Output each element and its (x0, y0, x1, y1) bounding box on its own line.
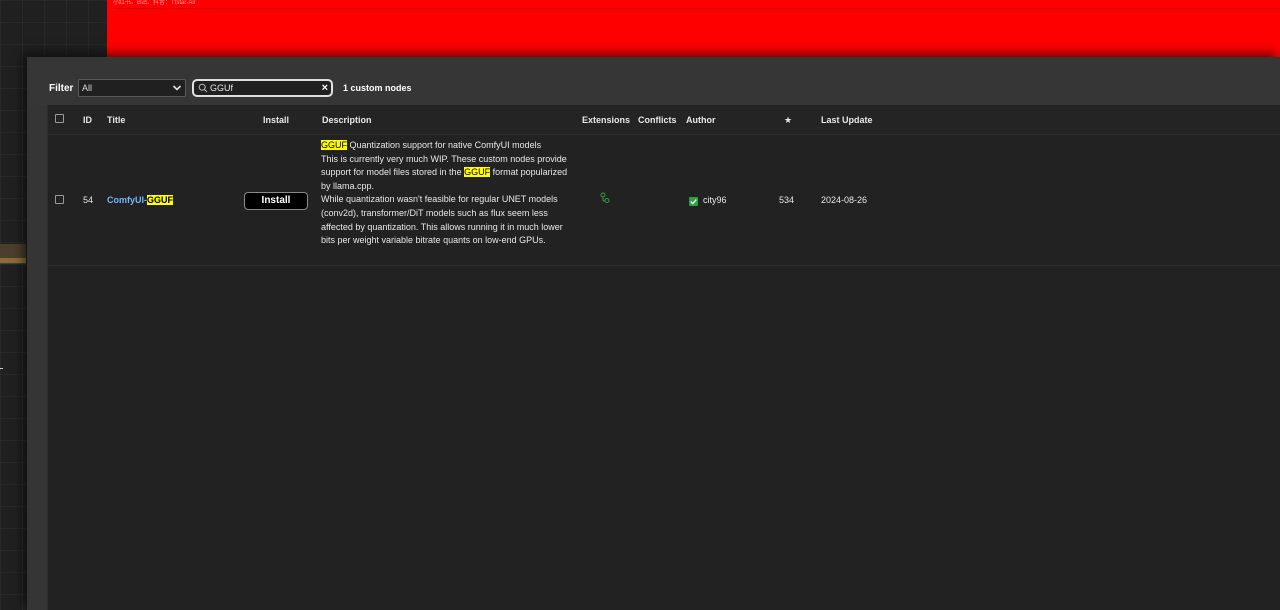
checkmark-icon (689, 197, 698, 206)
custom-nodes-table: ID Title Install Description Extensions … (47, 105, 1280, 610)
row-stars: 534 (779, 195, 795, 205)
title-search-highlight: GGUF (147, 195, 173, 205)
header-title[interactable]: Title (107, 115, 125, 125)
title-prefix: ComfyUI- (107, 195, 147, 205)
description-text: Quantization support for native ComfyUI … (347, 140, 542, 150)
canvas-node-band (0, 258, 26, 263)
description-highlight: GGUF (464, 167, 491, 178)
manager-toolbar: Filter All GGUf × 1 custom nodes (27, 57, 1280, 105)
close-icon[interactable]: × (322, 81, 328, 95)
extension-nodes-icon[interactable] (599, 192, 611, 204)
row-id: 54 (83, 195, 94, 205)
result-count: 1 custom nodes (343, 83, 412, 93)
canvas-node-red[interactable]: 小红书、B站、抖音：Tfstar-Air (107, 0, 1280, 60)
custom-nodes-manager-dialog: Filter All GGUf × 1 custom nodes ID Titl… (27, 57, 1280, 610)
header-id[interactable]: ID (83, 115, 92, 125)
row-checkbox[interactable] (55, 195, 64, 204)
header-last-update[interactable]: Last Update (821, 115, 873, 125)
header-author[interactable]: Author (686, 115, 716, 125)
canvas-node-fragment (0, 244, 26, 264)
canvas-link-fragment (0, 368, 3, 369)
description-line-1: GGUF Quantization support for native Com… (321, 139, 577, 153)
description-paragraph-2: This is currently very much WIP. These c… (321, 153, 577, 194)
install-button[interactable]: Install (244, 192, 308, 210)
description-highlight: GGUF (321, 140, 347, 150)
header-conflicts[interactable]: Conflicts (638, 115, 677, 125)
search-input-value: GGUf (210, 83, 234, 93)
header-description[interactable]: Description (322, 115, 372, 125)
row-author[interactable]: city96 (703, 195, 727, 205)
filter-label: Filter (49, 83, 74, 94)
table-header: ID Title Install Description Extensions … (48, 105, 1280, 135)
select-all-checkbox[interactable] (55, 114, 64, 123)
header-extensions[interactable]: Extensions (582, 115, 630, 125)
canvas-node-title: 小红书、B站、抖音：Tfstar-Air (113, 0, 1280, 9)
chevron-down-icon (172, 85, 182, 91)
table-row[interactable]: 54 ComfyUI-GGUF Install GGUF Quantizatio… (48, 136, 1280, 266)
row-last-update: 2024-08-26 (821, 195, 868, 205)
description-paragraph-3: While quantization wasn't feasible for r… (321, 194, 563, 246)
filter-select-value: All (82, 83, 93, 93)
node-title-link[interactable]: ComfyUI-GGUF (107, 195, 173, 205)
search-icon (198, 83, 208, 93)
node-description: GGUF Quantization support for native Com… (321, 139, 577, 248)
search-input[interactable]: GGUf × (192, 79, 333, 97)
header-stars[interactable]: ★ (784, 115, 792, 126)
header-install[interactable]: Install (263, 115, 289, 125)
filter-select[interactable]: All (78, 79, 186, 97)
